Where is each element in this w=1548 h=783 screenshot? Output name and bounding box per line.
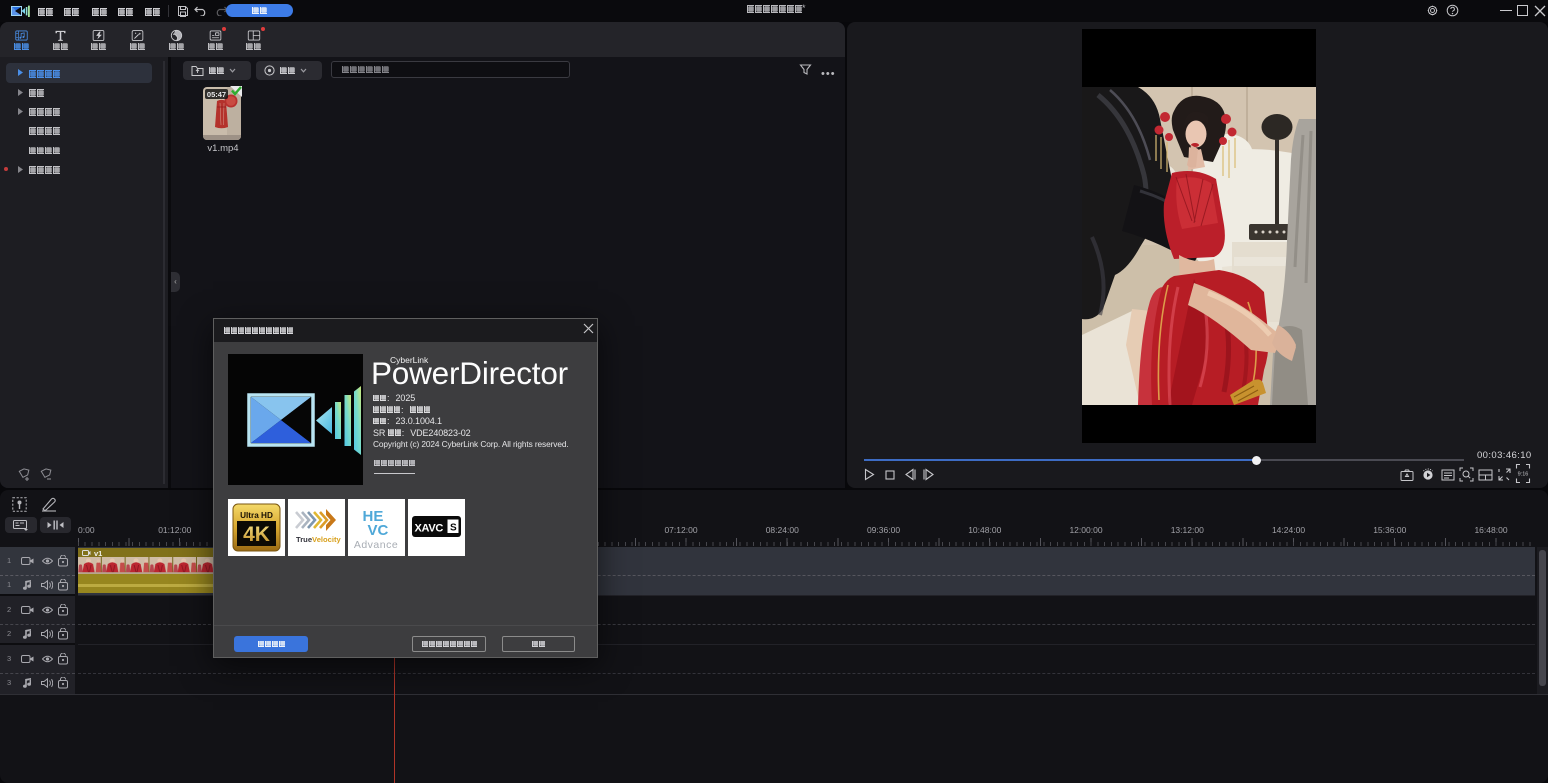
svg-text:TrueVelocity: TrueVelocity: [296, 535, 342, 544]
svg-text:VC: VC: [368, 522, 389, 539]
svg-text:4K: 4K: [243, 523, 270, 546]
svg-text:9:16: 9:16: [1518, 472, 1529, 478]
svg-text:S: S: [450, 523, 457, 534]
svg-text:Advance: Advance: [354, 539, 398, 551]
svg-text:Ultra HD: Ultra HD: [240, 511, 273, 520]
svg-text:XAVC: XAVC: [415, 523, 444, 535]
